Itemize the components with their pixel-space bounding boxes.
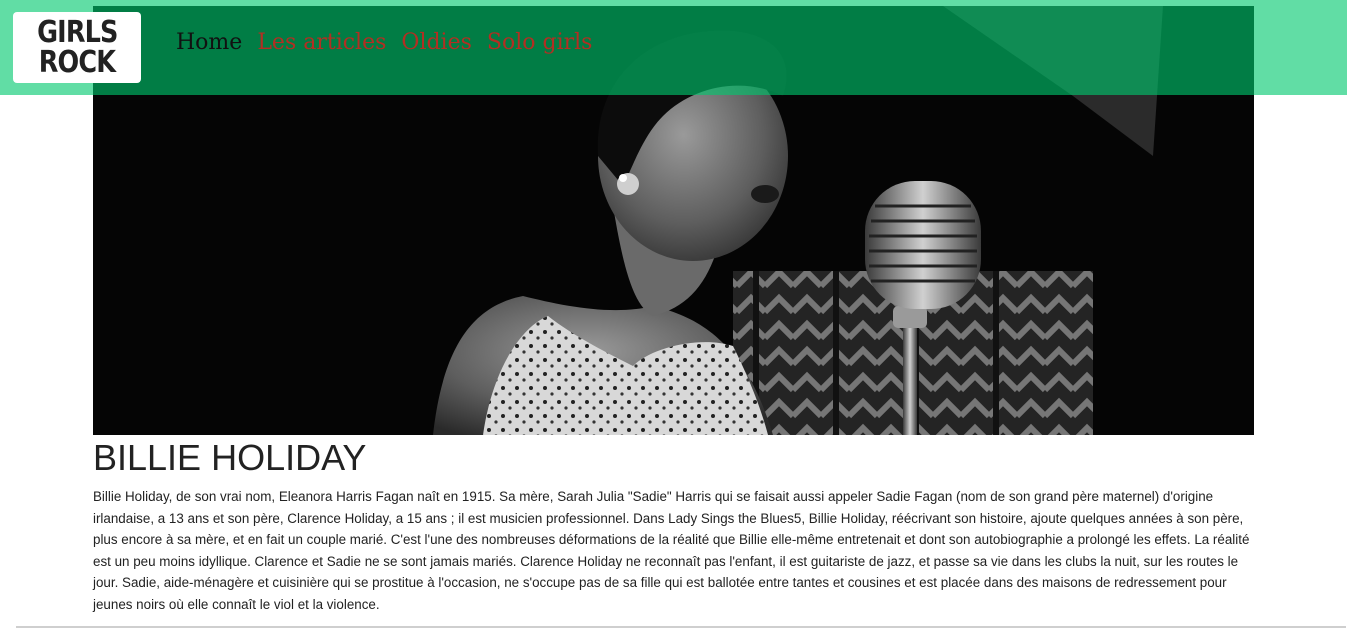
main-nav: Home Les articles Oldies Solo girls [176,30,592,55]
site-logo[interactable]: GIRLS ROCK [13,12,141,83]
navbar: GIRLS ROCK Home Les articles Oldies Solo… [0,0,1347,95]
logo-line-2: ROCK [38,44,116,80]
nav-link-home[interactable]: Home [176,30,242,55]
article-title: BILLIE HOLIDAY [93,437,367,478]
logo-line-1: GIRLS [36,14,118,50]
nav-link-oldies[interactable]: Oldies [401,30,472,55]
article-body: Billie Holiday, de son vrai nom, Eleanor… [93,489,1250,612]
page: GIRLS ROCK Home Les articles Oldies Solo… [0,0,1347,628]
nav-link-solo-girls[interactable]: Solo girls [487,30,593,55]
nav-link-les-articles[interactable]: Les articles [257,30,386,55]
